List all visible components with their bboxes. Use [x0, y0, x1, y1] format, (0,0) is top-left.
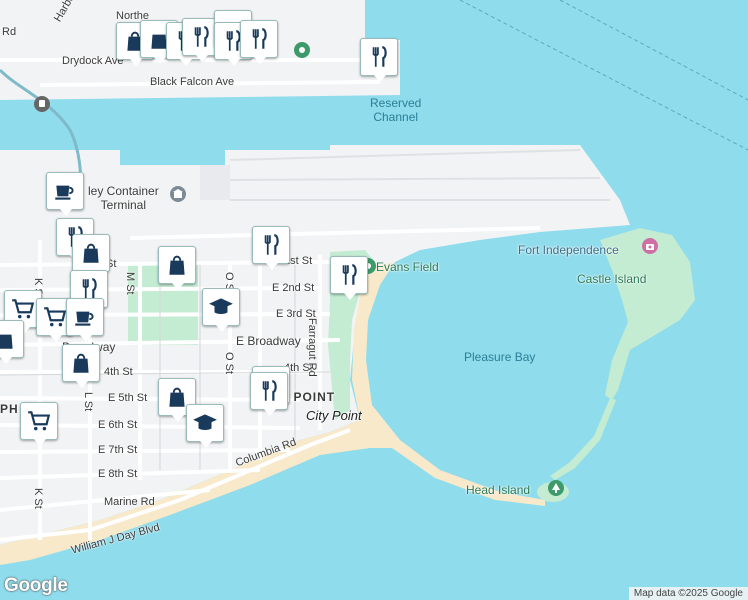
street-label-l-st: L St [82, 392, 94, 412]
transit-icon[interactable] [34, 96, 50, 112]
shopping-bag-icon [73, 353, 89, 373]
area-label-ph: PH [0, 402, 19, 416]
street-label-m-st: M St [124, 272, 136, 295]
restaurant-icon [372, 46, 387, 67]
map-canvas[interactable]: Rd Harbor St Northe Drydock Ave Black Fa… [0, 0, 748, 600]
grocery-cart-icon [44, 307, 67, 327]
street-label-e-broadway: E Broadway [236, 334, 301, 348]
landmark-icon[interactable] [170, 186, 186, 202]
restaurant-pin-11[interactable] [250, 372, 288, 416]
street-label-black-falcon: Black Falcon Ave [150, 76, 235, 88]
coffee-pin[interactable] [46, 172, 84, 216]
tree-icon[interactable] [548, 480, 564, 496]
street-label-rd: Rd [2, 26, 17, 38]
google-logo: Google [4, 575, 68, 596]
shopping-pin-6[interactable] [0, 320, 24, 364]
camera-icon[interactable] [642, 238, 658, 254]
coffee-icon [75, 311, 94, 326]
restaurant-icon [262, 380, 277, 401]
place-label-container-terminal: ley Container Terminal [88, 184, 159, 212]
street-label-k-st-2: K St [32, 488, 44, 509]
poi-label-fort-independence[interactable]: Fort Independence [518, 243, 619, 257]
restaurant-icon [252, 28, 267, 49]
shopping-bag-icon [169, 255, 185, 275]
restaurant-icon [264, 234, 279, 255]
restaurant-pin-4[interactable] [240, 20, 278, 64]
street-label-farragut: Farragut Rd [306, 318, 318, 377]
street-label-o-st-2: O St [223, 352, 235, 375]
street-label-marine: Marine Rd [104, 496, 155, 508]
street-label-e-5th: E 5th St [108, 392, 148, 404]
street-label-e-4th-left: 4th St [104, 366, 133, 378]
map-attribution[interactable]: Map data ©2025 Google [628, 587, 748, 600]
park-label-evans-field[interactable]: Evans Field [376, 260, 439, 274]
shopping-pin-7[interactable] [62, 344, 100, 388]
grocery-pin-3[interactable] [20, 402, 58, 446]
shopping-bag-icon [83, 243, 99, 263]
school-pin-2[interactable] [186, 404, 224, 448]
map-base-layer [0, 0, 748, 600]
street-label-e-6th: E 6th St [98, 419, 138, 431]
coffee-icon [55, 185, 74, 200]
water-label-pleasure-bay: Pleasure Bay [464, 350, 536, 364]
restaurant-icon [342, 264, 357, 285]
park-label-castle-island[interactable]: Castle Island [577, 272, 646, 286]
park-label-head-island[interactable]: Head Island [466, 483, 530, 497]
school-pin[interactable] [202, 288, 240, 332]
shopping-bag-icon [0, 334, 13, 349]
park-marker-icon-2[interactable] [294, 42, 310, 58]
grocery-cart-icon [12, 299, 35, 319]
restaurant-pin-5[interactable] [360, 38, 398, 82]
street-label-e-8th: E 8th St [98, 468, 138, 480]
street-label-e-2nd: E 2nd St [272, 282, 315, 294]
restaurant-icon [194, 26, 209, 47]
restaurant-pin-8[interactable] [330, 256, 368, 300]
shopping-pin-5[interactable] [158, 246, 196, 290]
water-label-reserved-channel: Reserved Channel [370, 96, 422, 124]
shopping-pin-4[interactable] [72, 234, 110, 278]
school-icon [209, 298, 233, 315]
street-label-drydock: Drydock Ave [62, 55, 124, 67]
restaurant-pin-7[interactable] [252, 226, 290, 270]
grocery-cart-icon [28, 411, 51, 431]
school-icon [193, 414, 217, 431]
street-label-e-7th: E 7th St [98, 444, 138, 456]
coffee-pin-2[interactable] [66, 298, 104, 342]
place-label-city-point: City Point [306, 408, 362, 423]
